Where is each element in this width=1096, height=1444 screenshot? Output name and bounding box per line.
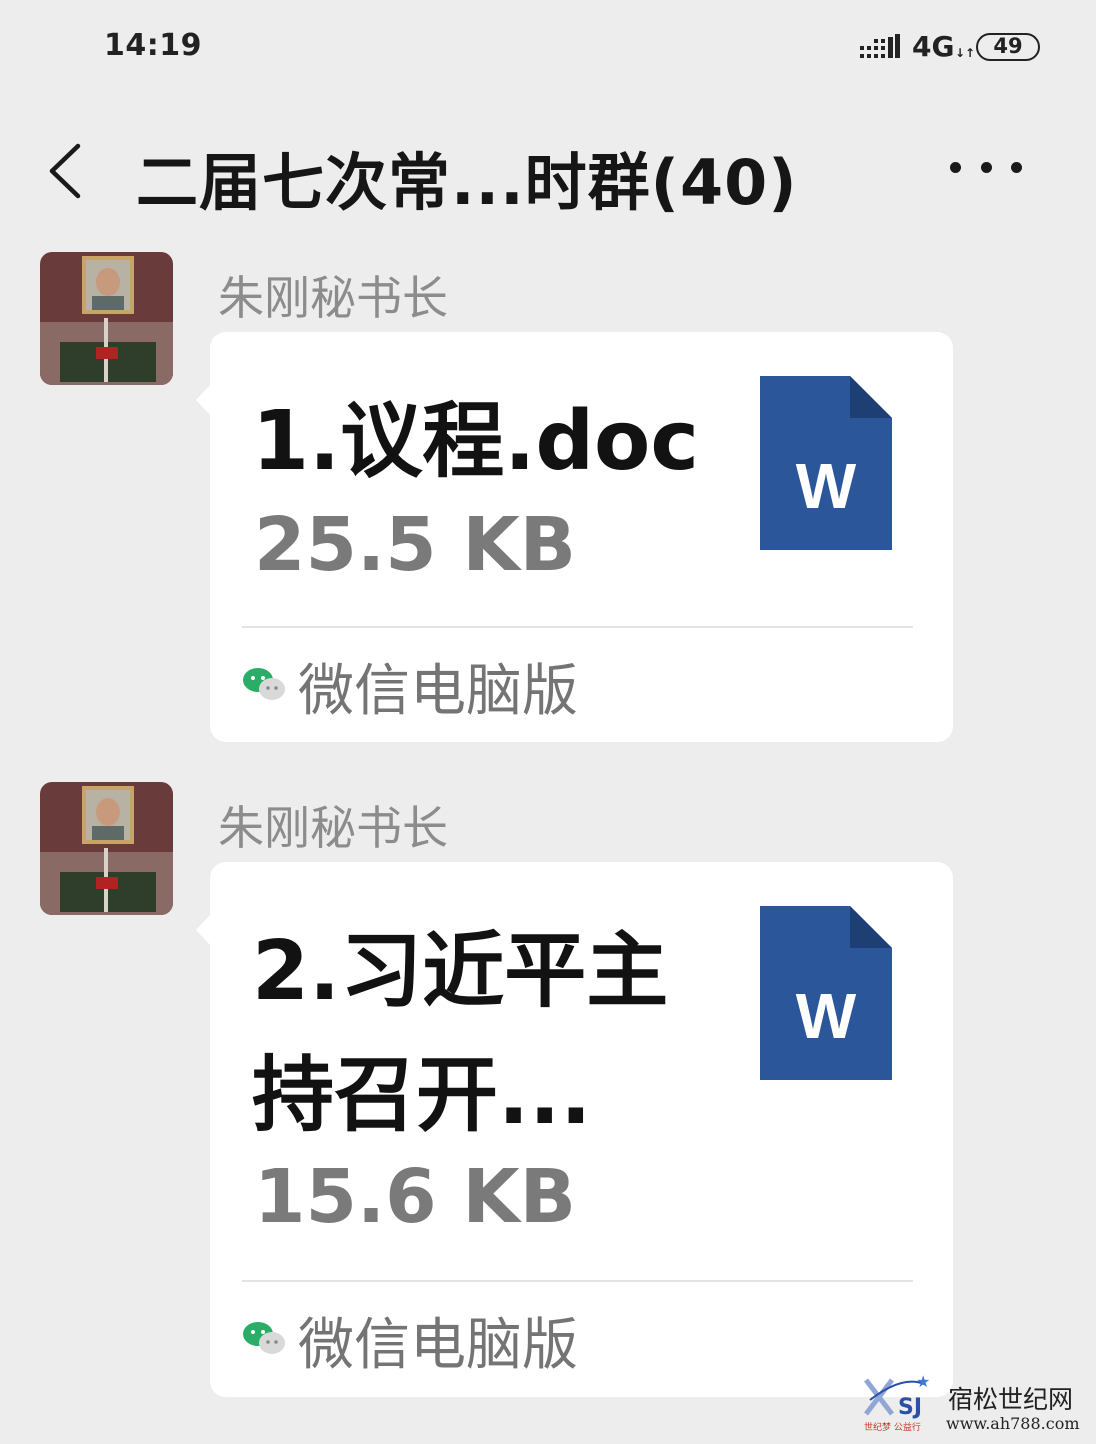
svg-text:★: ★ (916, 1372, 930, 1391)
back-arrow-icon[interactable] (42, 136, 92, 206)
sender-name: 朱刚秘书长 (218, 801, 448, 855)
file-size: 25.5 KB (254, 502, 577, 588)
status-bar: 14:19 4G ↓↑ 49 (0, 0, 1080, 92)
more-options-icon[interactable] (950, 152, 1022, 182)
word-document-icon: W (760, 376, 892, 550)
signal-icon (860, 34, 900, 58)
wechat-icon (243, 1322, 285, 1354)
file-message-bubble[interactable]: 2.习近平主持召开... 15.6 KB W 微信电脑版 (196, 862, 953, 1397)
network-type: 4G (912, 30, 955, 63)
battery-icon: 49 (976, 33, 1040, 61)
logo-text: SJ (898, 1395, 922, 1420)
source-label: 微信电脑版 (298, 659, 578, 724)
sender-name: 朱刚秘书长 (218, 271, 448, 325)
file-name: 1.议程.doc (252, 394, 699, 489)
divider (242, 626, 913, 628)
watermark: ★ SJ 世纪梦 公益行 宿松世纪网 www.ah788.com (862, 1370, 1086, 1440)
chat-header: 二届七次常...时群(40) (0, 92, 1080, 250)
battery-level: 49 (993, 34, 1023, 58)
file-message-bubble[interactable]: 1.议程.doc 25.5 KB W 微信电脑版 (196, 332, 953, 742)
status-time: 14:19 (104, 28, 202, 63)
data-arrows-icon: ↓↑ (955, 46, 976, 60)
watermark-tagline: 世纪梦 公益行 (864, 1423, 921, 1433)
wechat-icon (243, 668, 285, 700)
divider (242, 1280, 913, 1282)
word-document-icon: W (760, 906, 892, 1080)
chat-title: 二届七次常...时群(40) (136, 146, 798, 219)
file-size: 15.6 KB (254, 1154, 577, 1240)
word-icon-letter: W (796, 450, 857, 522)
avatar[interactable] (40, 252, 173, 385)
word-icon-letter: W (796, 980, 857, 1052)
watermark-site-name: 宿松世纪网 (948, 1385, 1074, 1414)
avatar[interactable] (40, 782, 173, 915)
file-name: 2.习近平主持召开... (252, 924, 669, 1143)
source-label: 微信电脑版 (298, 1313, 578, 1378)
watermark-url: www.ah788.com (946, 1414, 1080, 1433)
